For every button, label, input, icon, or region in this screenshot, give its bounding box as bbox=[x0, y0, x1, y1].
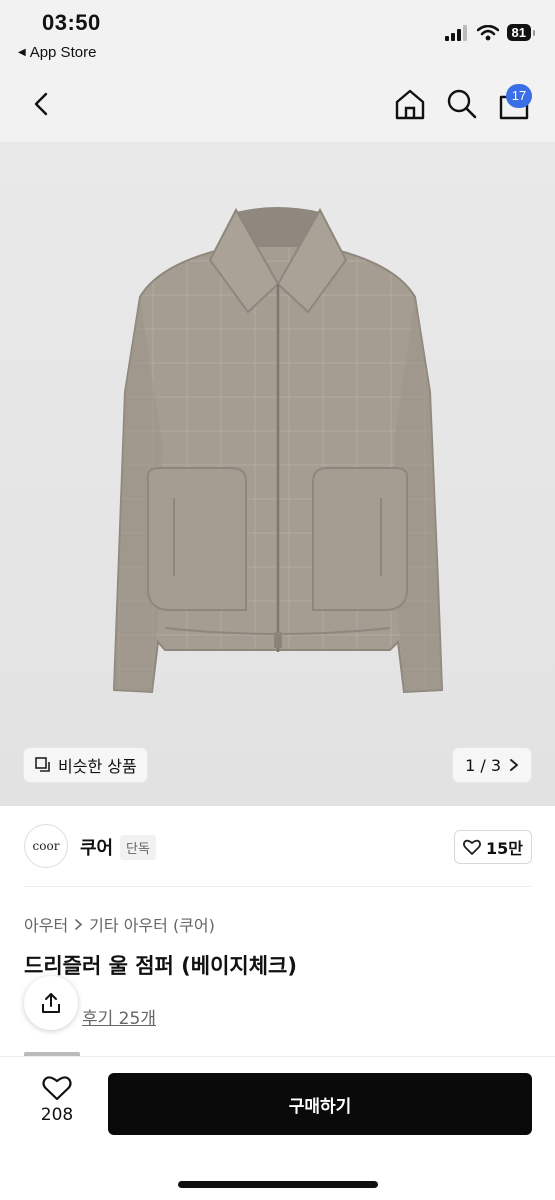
home-icon[interactable] bbox=[392, 86, 428, 122]
wishlist-count: 208 bbox=[40, 1105, 74, 1125]
chevron-right-icon bbox=[75, 918, 83, 930]
brand-like-count: 15만 bbox=[486, 839, 523, 858]
product-image-gallery[interactable]: 비슷한 상품 1 / 3 bbox=[0, 142, 555, 806]
breadcrumb-category[interactable]: 아우터 bbox=[24, 912, 68, 936]
wishlist-button[interactable]: 208 bbox=[28, 1075, 86, 1125]
status-time: 03:50 bbox=[42, 10, 101, 35]
brand-row: coor 쿠어 단독 15만 bbox=[0, 806, 555, 886]
copy-icon bbox=[35, 757, 50, 772]
chevron-left-icon[interactable] bbox=[26, 86, 62, 122]
status-icons: 81 bbox=[444, 24, 536, 41]
brand-like-button[interactable]: 15만 bbox=[454, 830, 532, 864]
bottom-action-bar: 208 구매하기 bbox=[0, 1056, 555, 1200]
heart-icon bbox=[463, 839, 481, 855]
cart-count-badge: 17 bbox=[506, 84, 532, 108]
brand-name[interactable]: 쿠어 bbox=[80, 834, 113, 860]
battery-indicator: 81 bbox=[506, 24, 536, 41]
back-triangle-icon: ◀ bbox=[18, 47, 26, 58]
search-icon[interactable] bbox=[444, 86, 480, 122]
wifi-icon bbox=[476, 24, 499, 40]
review-link[interactable]: 후기 25개 bbox=[82, 1004, 156, 1029]
buy-button[interactable]: 구매하기 bbox=[108, 1073, 532, 1135]
nav-bar bbox=[0, 70, 555, 142]
exclusive-tag: 단독 bbox=[120, 835, 156, 860]
home-indicator bbox=[178, 1181, 378, 1188]
gallery-pager[interactable]: 1 / 3 bbox=[453, 748, 531, 782]
pager-text: 1 / 3 bbox=[465, 755, 501, 775]
heart-icon bbox=[42, 1076, 72, 1101]
signal-icon bbox=[444, 24, 467, 41]
share-button[interactable] bbox=[24, 976, 78, 1030]
share-icon bbox=[42, 993, 60, 1013]
divider bbox=[24, 886, 531, 887]
brand-logo[interactable]: coor bbox=[24, 824, 68, 868]
similar-products-button[interactable]: 비슷한 상품 bbox=[24, 748, 147, 782]
jacket-image bbox=[112, 207, 444, 694]
chevron-right-icon bbox=[510, 759, 518, 771]
back-to-app-link[interactable]: ◀ App Store bbox=[18, 44, 96, 61]
breadcrumb-subcategory[interactable]: 기타 아우터 (쿠어) bbox=[89, 912, 215, 936]
breadcrumb: 아우터 기타 아우터 (쿠어) bbox=[24, 912, 215, 936]
similar-products-label: 비슷한 상품 bbox=[58, 757, 137, 776]
status-bar: 03:50 ◀ App Store 81 bbox=[0, 0, 555, 70]
back-app-label: App Store bbox=[29, 44, 97, 61]
product-title: 드리즐러 울 점퍼 (베이지체크) bbox=[24, 954, 297, 978]
